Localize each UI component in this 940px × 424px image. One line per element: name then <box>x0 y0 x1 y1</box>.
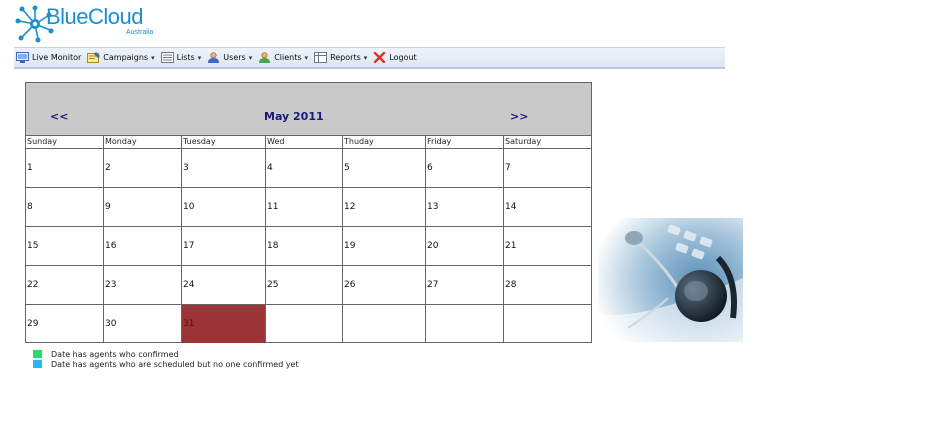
calendar-day-cell[interactable]: 24 <box>182 265 265 304</box>
weekday-header: Thuday <box>343 135 425 148</box>
menu-logout[interactable]: Logout <box>373 51 417 64</box>
calendar-day-cell[interactable]: 14 <box>504 187 591 226</box>
chevron-down-icon: ▾ <box>151 53 155 62</box>
weekday-header: Sunday <box>26 135 103 148</box>
menu-lists[interactable]: Lists ▾ <box>160 52 202 63</box>
prev-month-link[interactable]: << <box>50 110 68 123</box>
calendar-empty-cell <box>266 304 342 343</box>
legend-text: Date has agents who are scheduled but no… <box>51 359 299 369</box>
calendar-day-cell[interactable]: 15 <box>26 226 103 265</box>
legend-item-scheduled: Date has agents who are scheduled but no… <box>33 359 299 369</box>
menu-label: Live Monitor <box>32 53 82 62</box>
calendar-day-cell[interactable]: 31 <box>182 304 265 343</box>
calendar-day-cell[interactable]: 28 <box>504 265 591 304</box>
menu-live-monitor[interactable]: Live Monitor <box>16 52 81 63</box>
user-icon <box>207 52 220 63</box>
menu-label: Campaigns <box>103 53 149 62</box>
chevron-down-icon: ▾ <box>304 53 309 62</box>
calendar-day-cell[interactable]: 11 <box>266 187 342 226</box>
menu-clients[interactable]: Clients ▾ <box>258 52 308 63</box>
calendar-day-cell[interactable]: 18 <box>266 226 342 265</box>
calendar-day-cell[interactable]: 4 <box>266 148 342 187</box>
campaigns-icon <box>87 52 101 63</box>
menu-label: Lists <box>176 53 195 62</box>
legend-text: Date has agents who confirmed <box>51 349 179 359</box>
menu-label: Reports <box>330 53 361 62</box>
calendar-day-cell[interactable]: 16 <box>104 226 181 265</box>
weekday-header: Saturday <box>504 135 591 148</box>
calendar-day-cell[interactable]: 20 <box>426 226 503 265</box>
calendar-day-cell[interactable]: 22 <box>26 265 103 304</box>
client-icon <box>258 52 271 63</box>
calendar-day-cell[interactable]: 25 <box>266 265 342 304</box>
monitor-icon <box>16 52 29 63</box>
chevron-down-icon: ▾ <box>248 53 253 62</box>
calendar-empty-cell <box>426 304 503 343</box>
weekday-header: Friday <box>426 135 503 148</box>
next-month-link[interactable]: >> <box>510 110 528 123</box>
weekday-header: Monday <box>104 135 181 148</box>
calendar-day-cell[interactable]: 5 <box>343 148 425 187</box>
calendar: << May 2011 >> Sunday Monday Tuesday Wed Thu… <box>25 82 592 343</box>
report-icon <box>314 52 328 63</box>
calendar-header: << May 2011 >> <box>26 83 591 135</box>
chevron-down-icon: ▾ <box>363 53 368 62</box>
menu-campaigns[interactable]: Campaigns ▾ <box>87 52 155 63</box>
calendar-day-cell[interactable]: 27 <box>426 265 503 304</box>
legend-swatch-scheduled <box>33 360 42 368</box>
calendar-day-cell[interactable]: 6 <box>426 148 503 187</box>
weekday-header: Tuesday <box>182 135 265 148</box>
calendar-day-cell[interactable]: 23 <box>104 265 181 304</box>
main-menu-bar: Live Monitor Campaigns ▾ Lists ▾ Users ▾… <box>14 47 725 69</box>
calendar-day-cell[interactable]: 26 <box>343 265 425 304</box>
calendar-day-cell[interactable]: 19 <box>343 226 425 265</box>
list-icon <box>160 52 174 63</box>
legend-swatch-confirmed <box>33 350 42 358</box>
calendar-empty-cell <box>504 304 591 343</box>
calendar-month-title: May 2011 <box>264 110 324 123</box>
calendar-day-cell[interactable]: 8 <box>26 187 103 226</box>
calendar-day-cell[interactable]: 13 <box>426 187 503 226</box>
calendar-day-cell[interactable]: 29 <box>26 304 103 343</box>
calendar-day-cell[interactable]: 1 <box>26 148 103 187</box>
calendar-day-cell[interactable]: 17 <box>182 226 265 265</box>
calendar-day-cell[interactable]: 9 <box>104 187 181 226</box>
calendar-day-cell[interactable]: 21 <box>504 226 591 265</box>
calendar-day-cell[interactable]: 30 <box>104 304 181 343</box>
menu-reports[interactable]: Reports ▾ <box>314 52 367 63</box>
legend-item-confirmed: Date has agents who confirmed <box>33 349 299 359</box>
menu-label: Users <box>223 53 246 62</box>
chevron-down-icon: ▾ <box>197 53 202 62</box>
calendar-day-cell[interactable]: 3 <box>182 148 265 187</box>
logo-title: BlueCloud <box>46 4 144 29</box>
weekday-header: Wed <box>266 135 342 148</box>
legend: Date has agents who confirmed Date has a… <box>33 349 299 369</box>
calendar-day-cell[interactable]: 12 <box>343 187 425 226</box>
headset-photo <box>598 218 743 342</box>
menu-label: Logout <box>389 53 417 62</box>
logout-icon <box>373 51 386 64</box>
menu-label: Clients <box>274 53 302 62</box>
calendar-empty-cell <box>343 304 425 343</box>
logo-subtitle: Australia <box>126 29 154 36</box>
menu-users[interactable]: Users ▾ <box>207 52 252 63</box>
calendar-day-cell[interactable]: 2 <box>104 148 181 187</box>
calendar-day-cell[interactable]: 7 <box>504 148 591 187</box>
calendar-day-cell[interactable]: 10 <box>182 187 265 226</box>
